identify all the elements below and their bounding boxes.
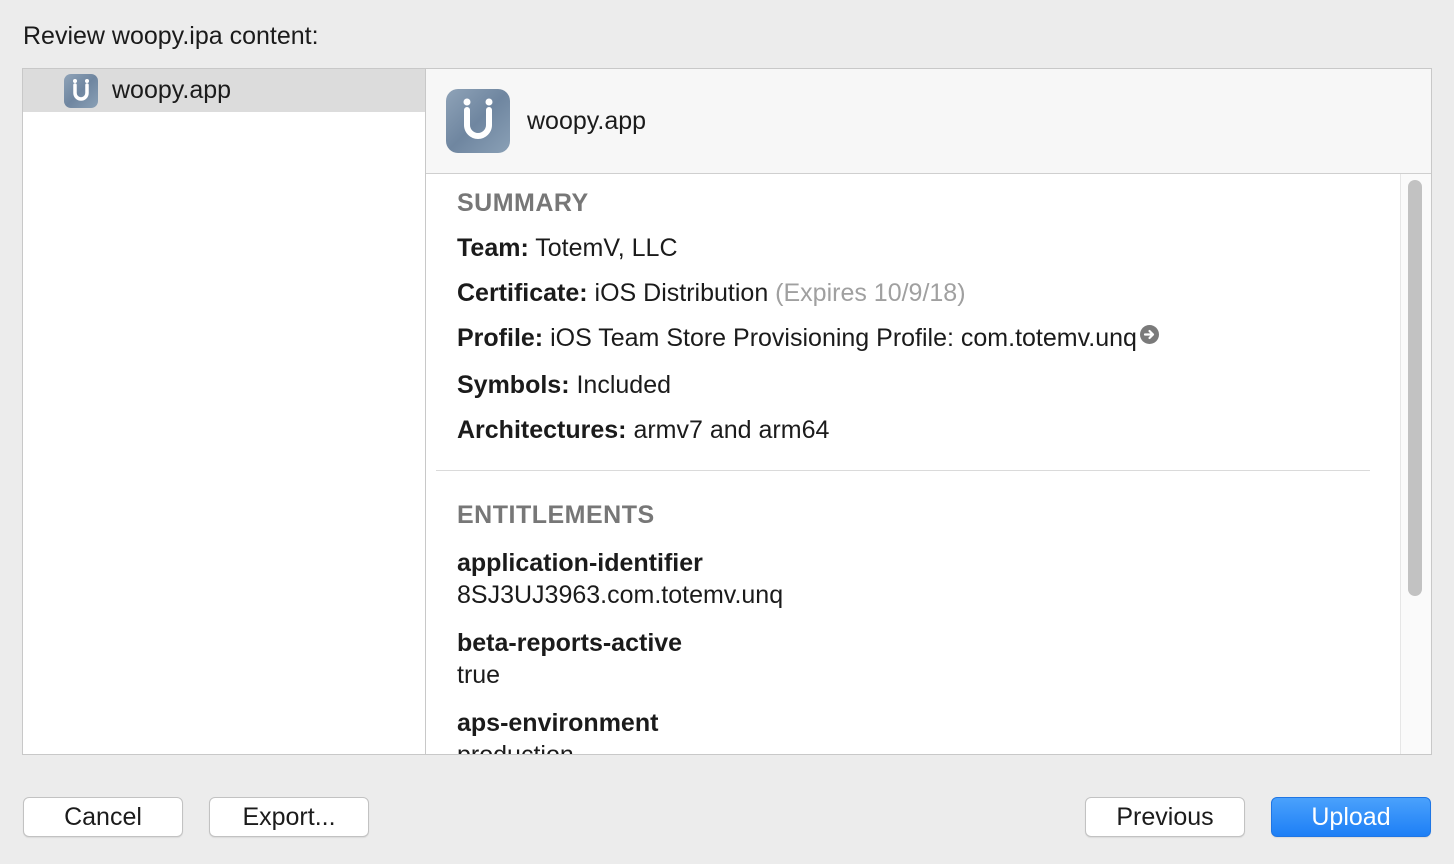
section-divider bbox=[436, 470, 1370, 471]
dialog-heading: Review woopy.ipa content: bbox=[23, 22, 319, 50]
entitlement-key: beta-reports-active bbox=[457, 629, 683, 657]
vertical-scrollbar[interactable] bbox=[1400, 174, 1431, 754]
symbols-value: Included bbox=[576, 371, 672, 399]
sidebar: woopy.app bbox=[23, 69, 426, 754]
symbols-label: Symbols: bbox=[457, 371, 570, 399]
entitlement-value: 8SJ3UJ3963.com.totemv.unq bbox=[457, 581, 784, 609]
cancel-button[interactable]: Cancel bbox=[23, 797, 183, 837]
previous-button[interactable]: Previous bbox=[1085, 797, 1245, 837]
detail-pane: woopy.app SUMMARY Team: TotemV, LLC Cert… bbox=[426, 69, 1431, 754]
team-row: Team: TotemV, LLC bbox=[457, 234, 678, 263]
profile-row: Profile: iOS Team Store Provisioning Pro… bbox=[457, 324, 1159, 353]
certificate-value: iOS Distribution bbox=[594, 279, 769, 307]
symbols-row: Symbols: Included bbox=[457, 371, 671, 400]
entitlement-value: true bbox=[457, 661, 501, 689]
certificate-label: Certificate: bbox=[457, 279, 588, 307]
team-value: TotemV, LLC bbox=[535, 234, 678, 262]
team-label: Team: bbox=[457, 234, 529, 262]
architectures-label: Architectures: bbox=[457, 416, 627, 444]
certificate-expiry: (Expires 10/9/18) bbox=[775, 279, 966, 307]
content-frame: woopy.app woopy.app SUMMARY Team: TotemV… bbox=[22, 68, 1432, 755]
app-icon bbox=[64, 73, 98, 108]
entitlements-section-title: ENTITLEMENTS bbox=[457, 501, 655, 529]
upload-button[interactable]: Upload bbox=[1271, 797, 1431, 837]
sidebar-item-label: woopy.app bbox=[112, 76, 232, 104]
architectures-row: Architectures: armv7 and arm64 bbox=[457, 416, 829, 445]
certificate-row: Certificate: iOS Distribution (Expires 1… bbox=[457, 279, 966, 308]
entitlement-value: production bbox=[457, 741, 574, 754]
detail-scroll-area[interactable]: SUMMARY Team: TotemV, LLC Certificate: i… bbox=[426, 174, 1431, 754]
scrollbar-thumb[interactable] bbox=[1408, 180, 1422, 596]
entitlement-key: application-identifier bbox=[457, 549, 703, 577]
detail-title: woopy.app bbox=[527, 106, 647, 135]
profile-label: Profile: bbox=[457, 324, 544, 352]
arrow-right-circle-icon[interactable] bbox=[1139, 325, 1159, 344]
sidebar-item-woopy-app[interactable]: woopy.app bbox=[23, 69, 425, 112]
entitlement-key: aps-environment bbox=[457, 709, 659, 737]
detail-header: woopy.app bbox=[426, 69, 1431, 174]
app-icon bbox=[446, 89, 510, 153]
export-button[interactable]: Export... bbox=[209, 797, 369, 837]
summary-section-title: SUMMARY bbox=[457, 189, 589, 217]
architectures-value: armv7 and arm64 bbox=[633, 416, 830, 444]
profile-value: iOS Team Store Provisioning Profile: com… bbox=[550, 324, 1137, 352]
